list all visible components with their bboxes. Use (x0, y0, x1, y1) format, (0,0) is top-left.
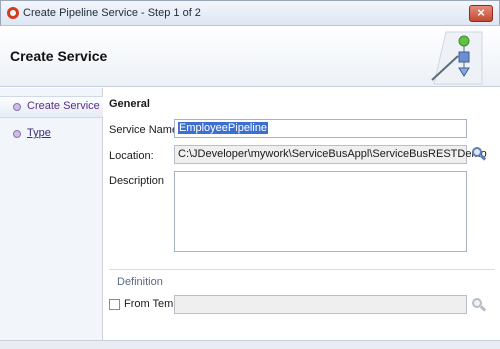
location-label: Location: (109, 150, 154, 162)
form-panel: General Service Name: EmployeePipeline L… (104, 88, 500, 340)
wizard-header: Create Service (0, 26, 500, 87)
description-textarea[interactable] (174, 171, 467, 252)
template-browse-icon (472, 298, 487, 312)
wizard-steps-nav: Create Service Type (0, 88, 103, 340)
section-title-general: General (109, 98, 150, 110)
from-template-checkbox[interactable] (109, 299, 120, 310)
window-bottom-edge (0, 340, 500, 349)
service-name-value: EmployeePipeline (178, 122, 269, 134)
step-create-service[interactable]: Create Service (0, 96, 103, 118)
pipeline-wizard-graphic-icon (431, 31, 483, 85)
page-title: Create Service (10, 48, 108, 64)
location-browse-icon[interactable] (472, 147, 487, 161)
step-label: Type (27, 127, 51, 139)
step-type[interactable]: Type (0, 124, 103, 146)
step-indicator-icon (13, 130, 21, 138)
definition-divider (109, 269, 495, 270)
app-icon (7, 7, 19, 19)
step-label: Create Service (27, 100, 100, 112)
template-field (174, 295, 467, 314)
service-name-input[interactable]: EmployeePipeline (174, 119, 467, 138)
window-titlebar: Create Pipeline Service - Step 1 of 2 × (0, 0, 500, 26)
window-title: Create Pipeline Service - Step 1 of 2 (23, 7, 201, 19)
definition-section-label: Definition (117, 276, 163, 288)
service-name-label: Service Name: (109, 124, 182, 136)
step-indicator-icon (13, 103, 21, 111)
description-label: Description (109, 175, 165, 187)
location-field[interactable]: C:\JDeveloper\mywork\ServiceBusAppl\Serv… (174, 145, 487, 164)
close-button[interactable]: × (469, 5, 493, 22)
